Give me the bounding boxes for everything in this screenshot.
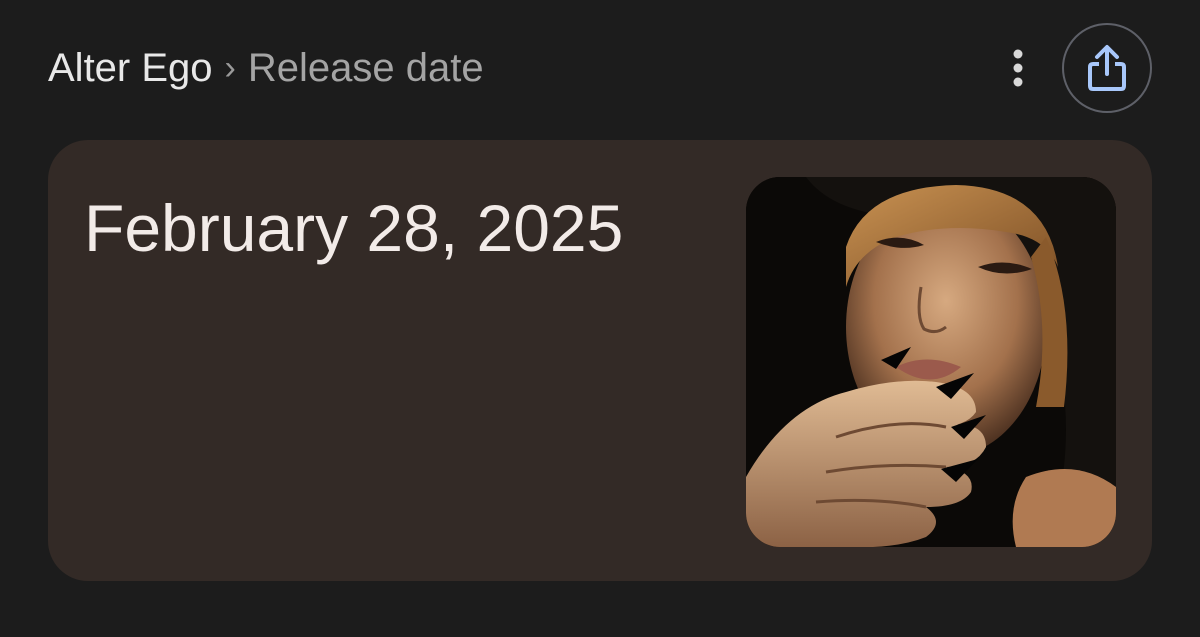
header: Alter Ego › Release date [48, 23, 1152, 113]
answer-card: February 28, 2025 [48, 140, 1152, 581]
breadcrumb-topic[interactable]: Alter Ego [48, 36, 213, 100]
breadcrumb-separator: › [224, 49, 236, 87]
album-thumbnail[interactable] [746, 177, 1116, 547]
breadcrumb: Alter Ego › Release date [48, 36, 484, 100]
more-options-button[interactable] [998, 36, 1038, 100]
share-icon [1088, 45, 1126, 91]
more-vert-icon [1013, 49, 1023, 87]
release-date: February 28, 2025 [84, 191, 624, 265]
page: Alter Ego › Release date February 28, 20… [0, 0, 1200, 637]
breadcrumb-current: Release date [247, 46, 484, 90]
share-button[interactable] [1062, 23, 1152, 113]
album-thumbnail-image [746, 177, 1116, 547]
header-actions [998, 23, 1152, 113]
